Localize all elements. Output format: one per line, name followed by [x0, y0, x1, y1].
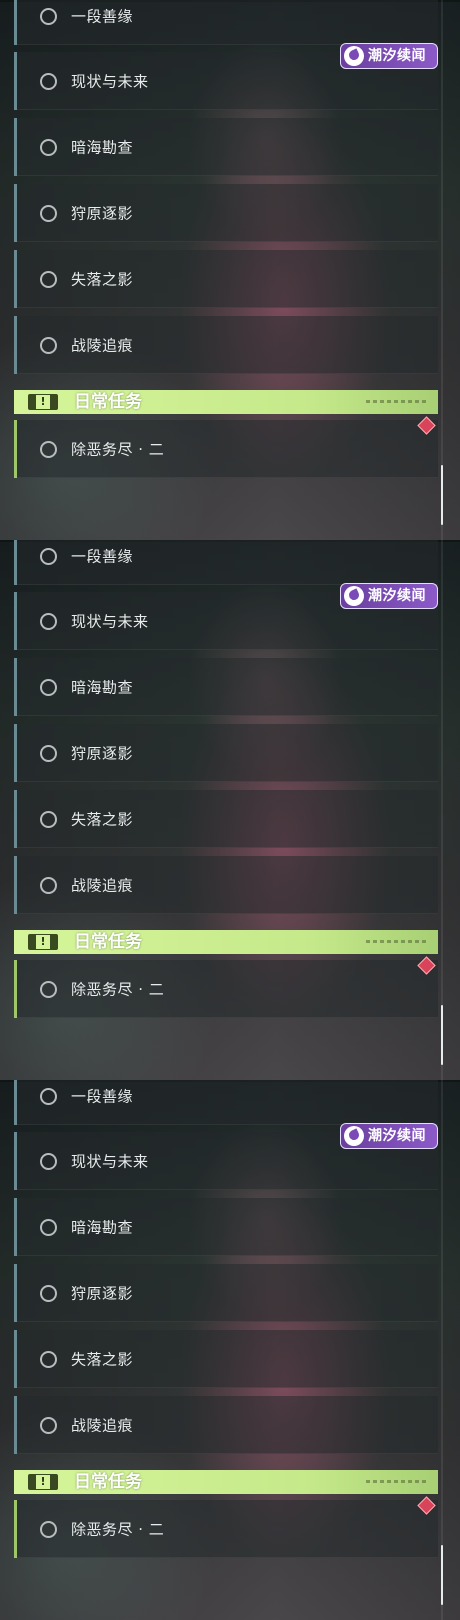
- quest-status-icon: [40, 1351, 57, 1368]
- logo-text: 潮汐续闻: [368, 1128, 426, 1144]
- quest-label: 战陵追痕: [71, 336, 134, 355]
- quest-label: 失落之影: [71, 1350, 134, 1369]
- daily-section-header[interactable]: ! 日常任务: [14, 390, 438, 414]
- header-decoration: [366, 400, 426, 403]
- quest-status-icon: [40, 1285, 57, 1302]
- scrollbar[interactable]: [441, 1545, 443, 1605]
- quest-status-icon: [40, 1088, 57, 1105]
- quest-status-icon: [40, 613, 57, 630]
- scrollbar[interactable]: [441, 465, 443, 525]
- quest-label: 一段善缘: [71, 7, 134, 26]
- quest-label: 一段善缘: [71, 1087, 134, 1106]
- quest-item[interactable]: 失落之影: [14, 1330, 438, 1388]
- logo-badge[interactable]: 潮汐续闻: [340, 583, 438, 609]
- quest-label: 一段善缘: [71, 547, 134, 566]
- quest-status-icon: [40, 877, 57, 894]
- quest-item[interactable]: 失落之影: [14, 250, 438, 308]
- scroll-track: [441, 540, 443, 1080]
- quest-item[interactable]: 战陵追痕: [14, 316, 438, 374]
- quest-status-icon: [40, 1417, 57, 1434]
- logo-icon: [344, 46, 364, 66]
- scroll-track: [441, 0, 443, 540]
- quest-status-icon: [40, 205, 57, 222]
- quest-status-icon: [40, 811, 57, 828]
- logo-icon: [344, 586, 364, 606]
- quest-item[interactable]: 暗海勘查: [14, 1198, 438, 1256]
- scrollbar[interactable]: [441, 1005, 443, 1065]
- scroll-track: [441, 1080, 443, 1620]
- quest-item[interactable]: 一段善缘: [14, 0, 438, 45]
- quest-status-icon: [40, 548, 57, 565]
- quest-panel-3: 一段善缘 潮汐续闻 现状与未来 暗海勘查 狩原逐影 失落之影 战陵追痕 ! 日常…: [0, 1080, 460, 1620]
- quest-item[interactable]: 暗海勘查: [14, 118, 438, 176]
- task-label: 除恶务尽 · 二: [71, 980, 165, 999]
- exclamation-icon: !: [28, 394, 58, 410]
- quest-status-icon: [40, 1521, 57, 1538]
- quest-status-icon: [40, 745, 57, 762]
- quest-status-icon: [40, 981, 57, 998]
- quest-label: 暗海勘查: [71, 138, 134, 157]
- section-title: 日常任务: [74, 932, 142, 952]
- quest-label: 现状与未来: [71, 72, 149, 91]
- logo-badge[interactable]: 潮汐续闻: [340, 43, 438, 69]
- logo-badge[interactable]: 潮汐续闻: [340, 1123, 438, 1149]
- quest-item[interactable]: 狩原逐影: [14, 184, 438, 242]
- quest-item[interactable]: 暗海勘查: [14, 658, 438, 716]
- quest-label: 失落之影: [71, 270, 134, 289]
- quest-label: 暗海勘查: [71, 1218, 134, 1237]
- quest-status-icon: [40, 73, 57, 90]
- logo-text: 潮汐续闻: [368, 48, 426, 64]
- exclamation-icon: !: [28, 934, 58, 950]
- quest-label: 现状与未来: [71, 612, 149, 631]
- logo-icon: [344, 1126, 364, 1146]
- quest-status-icon: [40, 1153, 57, 1170]
- quest-label: 失落之影: [71, 810, 134, 829]
- daily-section-header[interactable]: ! 日常任务: [14, 1470, 438, 1494]
- header-decoration: [366, 940, 426, 943]
- quest-status-icon: [40, 1219, 57, 1236]
- header-decoration: [366, 1480, 426, 1483]
- daily-section-header[interactable]: ! 日常任务: [14, 930, 438, 954]
- quest-item[interactable]: 失落之影: [14, 790, 438, 848]
- daily-task-item[interactable]: 除恶务尽 · 二: [14, 420, 438, 478]
- quest-label: 狩原逐影: [71, 204, 134, 223]
- daily-task-item[interactable]: 除恶务尽 · 二: [14, 960, 438, 1018]
- exclamation-icon: !: [28, 1474, 58, 1490]
- quest-item[interactable]: 一段善缘: [14, 540, 438, 585]
- quest-panel-1: 一段善缘 潮汐续闻 现状与未来 暗海勘查 狩原逐影 失落之影 战陵追痕 ! 日常…: [0, 0, 460, 540]
- quest-item[interactable]: 狩原逐影: [14, 724, 438, 782]
- quest-item[interactable]: 狩原逐影: [14, 1264, 438, 1322]
- quest-label: 狩原逐影: [71, 1284, 134, 1303]
- logo-text: 潮汐续闻: [368, 588, 426, 604]
- quest-label: 战陵追痕: [71, 1416, 134, 1435]
- quest-label: 战陵追痕: [71, 876, 134, 895]
- quest-item[interactable]: 一段善缘: [14, 1080, 438, 1125]
- task-label: 除恶务尽 · 二: [71, 440, 165, 459]
- quest-label: 现状与未来: [71, 1152, 149, 1171]
- quest-panel-2: 一段善缘 潮汐续闻 现状与未来 暗海勘查 狩原逐影 失落之影 战陵追痕 ! 日常…: [0, 540, 460, 1080]
- quest-label: 暗海勘查: [71, 678, 134, 697]
- quest-status-icon: [40, 8, 57, 25]
- section-title: 日常任务: [74, 1472, 142, 1492]
- task-label: 除恶务尽 · 二: [71, 1520, 165, 1539]
- quest-status-icon: [40, 139, 57, 156]
- quest-status-icon: [40, 441, 57, 458]
- quest-status-icon: [40, 679, 57, 696]
- quest-label: 狩原逐影: [71, 744, 134, 763]
- quest-status-icon: [40, 337, 57, 354]
- section-title: 日常任务: [74, 392, 142, 412]
- quest-item[interactable]: 战陵追痕: [14, 856, 438, 914]
- quest-item[interactable]: 战陵追痕: [14, 1396, 438, 1454]
- quest-status-icon: [40, 271, 57, 288]
- daily-task-item[interactable]: 除恶务尽 · 二: [14, 1500, 438, 1558]
